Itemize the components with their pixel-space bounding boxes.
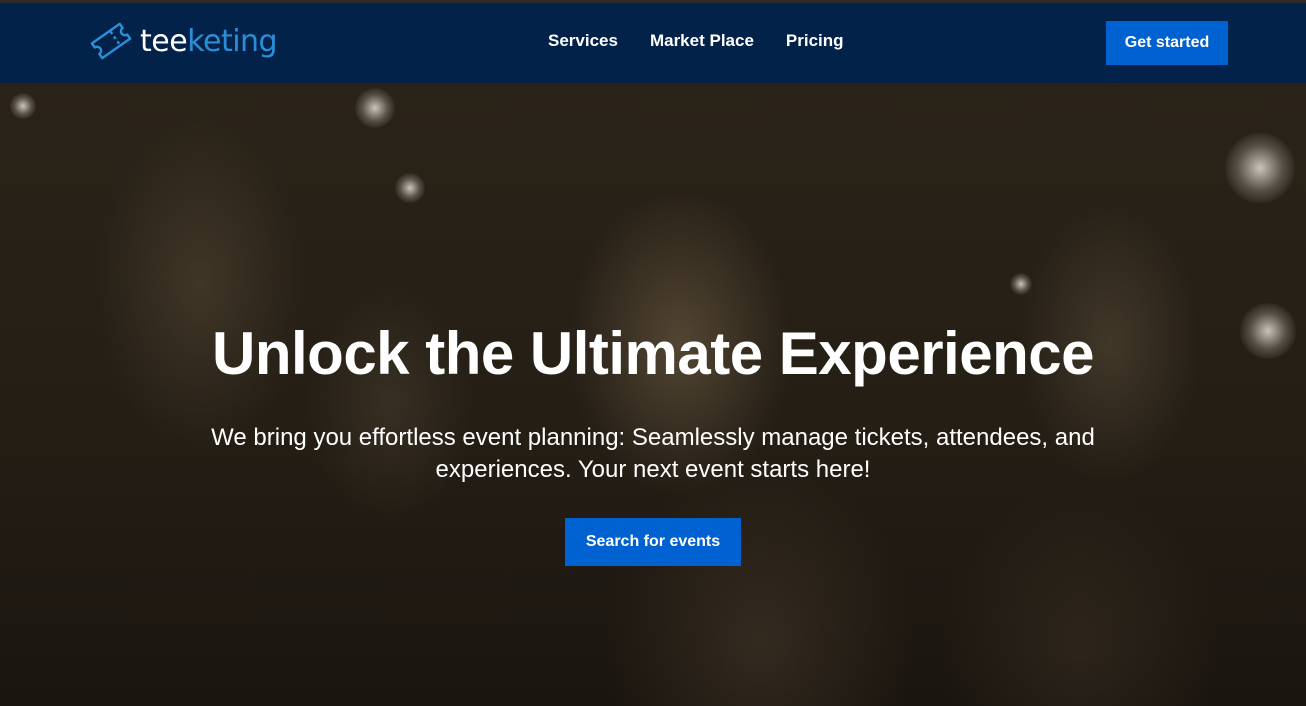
brand-logo[interactable]: teeketing	[86, 14, 278, 68]
nav-link-pricing[interactable]: Pricing	[786, 31, 844, 51]
hero-subtitle: We bring you effortless event planning: …	[211, 424, 1095, 483]
brand-name: teeketing	[140, 23, 278, 59]
top-navbar: teeketing Services Market Place Pricing …	[0, 3, 1306, 83]
nav-link-services[interactable]: Services	[548, 31, 618, 51]
hero-title: Unlock the Ultimate Experience	[212, 320, 1094, 387]
main-nav: Services Market Place Pricing	[548, 31, 844, 51]
hero-section: Unlock the Ultimate Experience We bring …	[0, 83, 1306, 706]
ticket-icon	[86, 16, 136, 66]
search-events-button[interactable]: Search for events	[565, 518, 741, 566]
get-started-button[interactable]: Get started	[1106, 21, 1228, 65]
nav-link-market-place[interactable]: Market Place	[650, 31, 754, 51]
hero-content: Unlock the Ultimate Experience We bring …	[0, 83, 1306, 706]
